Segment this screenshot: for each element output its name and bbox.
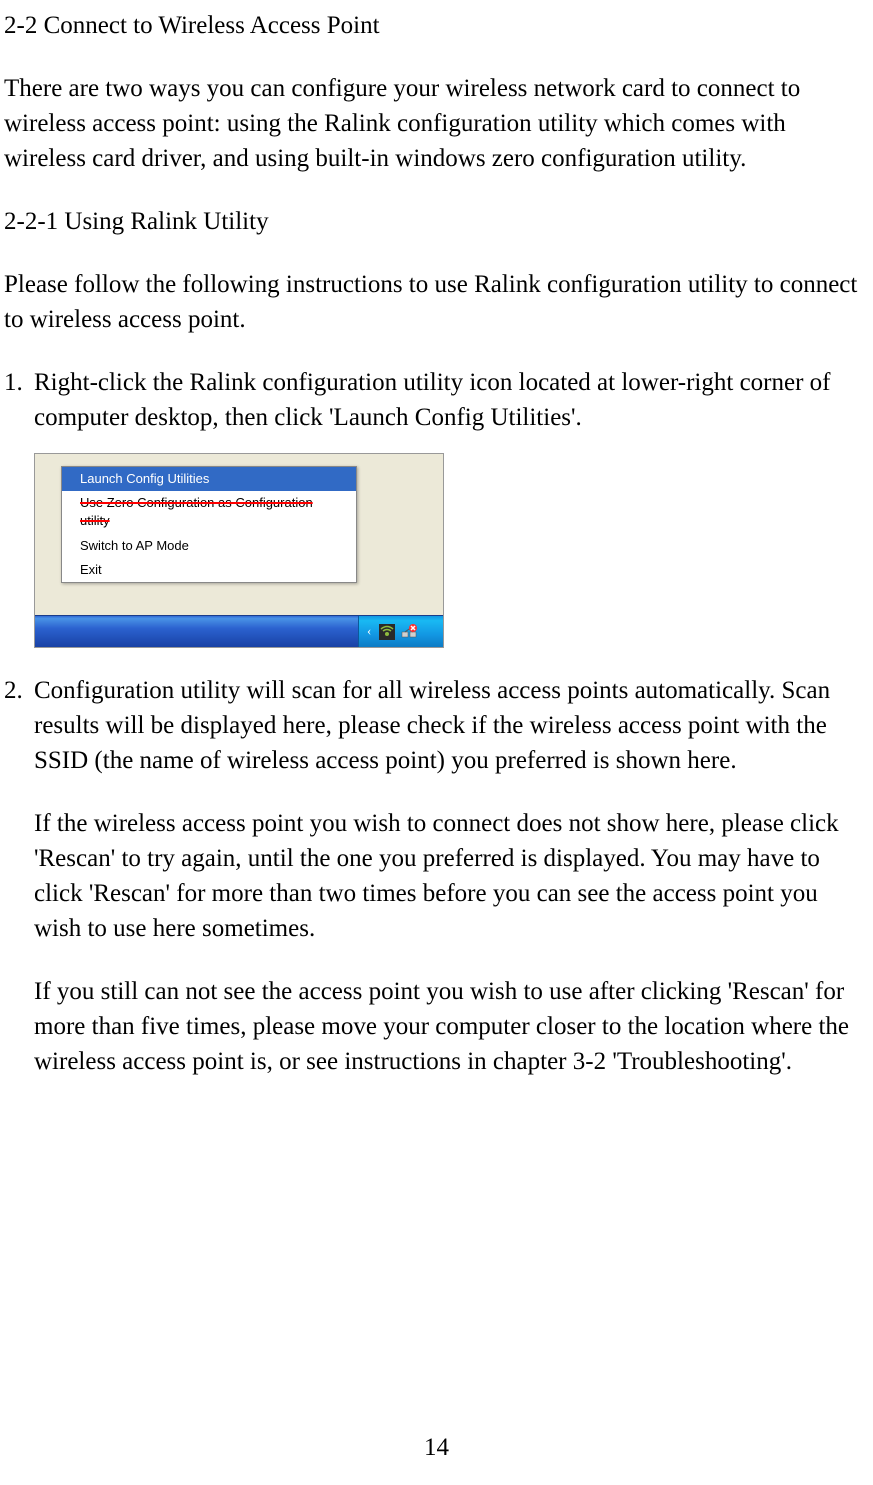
- menu-item-switch-ap[interactable]: Switch to AP Mode: [62, 534, 356, 558]
- step-1: 1. Right-click the Ralink configuration …: [4, 365, 869, 435]
- context-menu: Launch Config Utilities Use Zero Configu…: [61, 466, 357, 583]
- step-2-para-1: Configuration utility will scan for all …: [34, 673, 869, 778]
- network-x-icon[interactable]: [401, 624, 417, 640]
- step-1-number: 1.: [4, 365, 34, 435]
- step-2-para-2: If the wireless access point you wish to…: [34, 806, 869, 946]
- section-intro: There are two ways you can configure you…: [4, 71, 869, 176]
- step-2-content: Configuration utility will scan for all …: [34, 673, 869, 1079]
- step-2: 2. Configuration utility will scan for a…: [4, 673, 869, 1079]
- taskbar: ‹: [35, 615, 443, 647]
- page-number: 14: [0, 1430, 873, 1465]
- ralink-tray-icon[interactable]: [379, 624, 395, 640]
- menu-item-exit[interactable]: Exit: [62, 558, 356, 582]
- system-tray: ‹: [358, 616, 443, 647]
- screenshot-context-menu: Launch Config Utilities Use Zero Configu…: [34, 453, 444, 648]
- subsection-intro: Please follow the following instructions…: [4, 267, 869, 337]
- subsection-title: 2-2-1 Using Ralink Utility: [4, 204, 869, 239]
- step-1-text: Right-click the Ralink configuration uti…: [34, 365, 869, 435]
- step-2-number: 2.: [4, 673, 34, 1079]
- tray-expand-icon[interactable]: ‹: [367, 622, 371, 640]
- step-2-para-3: If you still can not see the access poin…: [34, 974, 869, 1079]
- section-title: 2-2 Connect to Wireless Access Point: [4, 8, 869, 43]
- menu-item-zero-config[interactable]: Use Zero Configuration as Configuration …: [62, 491, 356, 533]
- menu-item-launch-config[interactable]: Launch Config Utilities: [62, 467, 356, 491]
